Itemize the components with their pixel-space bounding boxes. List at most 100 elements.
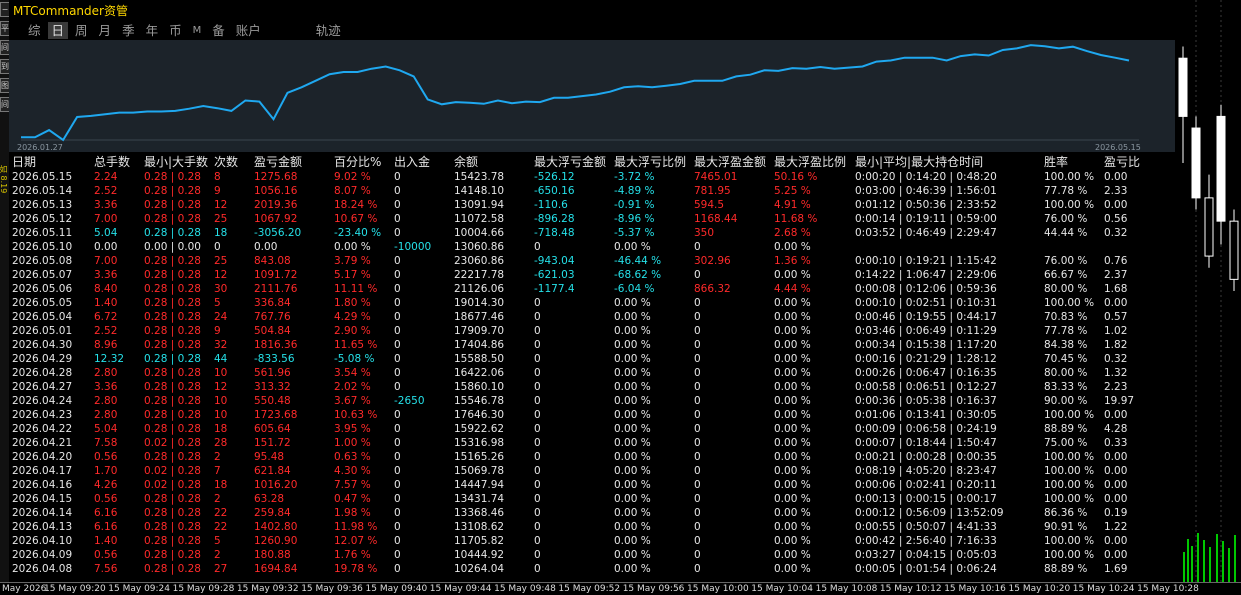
table-cell: 2019.36 xyxy=(254,199,298,211)
table-cell: 0.00 % xyxy=(614,549,651,561)
table-cell: 11072.58 xyxy=(454,213,505,225)
table-cell: 15546.78 xyxy=(454,395,505,407)
candle-body xyxy=(1216,115,1226,222)
table-cell: 0:00:07 | 0:18:44 | 1:50:47 xyxy=(855,437,997,449)
tab-6[interactable]: 币 xyxy=(165,22,186,39)
table-cell: 11.68 % xyxy=(774,213,818,225)
tab-1[interactable]: 日 xyxy=(47,22,69,39)
table-cell: 11.98 % xyxy=(334,521,378,533)
column-header[interactable]: 出入金 xyxy=(394,155,430,169)
table-cell: -4.89 % xyxy=(614,185,655,197)
table-row[interactable]: 2026.05.04 6.72 0.28 | 0.28 24 767.76 4.29 % 0… xyxy=(12,310,1175,324)
table-cell: 0 xyxy=(534,409,541,421)
tab-4[interactable]: 季 xyxy=(118,22,139,39)
tab-5[interactable]: 年 xyxy=(142,22,163,39)
table-row[interactable]: 2026.04.24 2.80 0.28 | 0.28 10 550.48 3.67 % -… xyxy=(12,394,1175,408)
column-header[interactable]: 最大浮亏比例 xyxy=(614,155,686,169)
time-axis-label: 15 May 09:28 xyxy=(172,584,235,594)
table-cell: 7.00 xyxy=(94,213,118,225)
table-row[interactable]: 2026.04.10 1.40 0.28 | 0.28 5 1260.90 12.07 %… xyxy=(12,534,1175,548)
table-row[interactable]: 2026.04.17 1.70 0.02 | 0.28 7 621.84 4.30 % 0 1… xyxy=(12,464,1175,478)
table-cell: 0.00 % xyxy=(614,479,651,491)
table-row[interactable]: 2026.05.05 1.40 0.28 | 0.28 5 336.84 1.80 % 0 1… xyxy=(12,296,1175,310)
table-row[interactable]: 2026.05.07 3.36 0.28 | 0.28 12 1091.72 5.17 %… xyxy=(12,268,1175,282)
table-cell: 0:00:06 | 0:02:41 | 0:20:11 xyxy=(855,479,997,491)
column-header[interactable]: 盈亏金额 xyxy=(254,155,302,169)
column-header[interactable]: 最小|平均|最大持仓时间 xyxy=(855,155,983,169)
table-cell: 0.00 % xyxy=(614,493,651,505)
column-header[interactable]: 盈亏比 xyxy=(1104,155,1140,169)
column-header[interactable]: 总手数 xyxy=(94,155,130,169)
table-row[interactable]: 2026.04.29 12.32 0.28 | 0.28 44 -833.56 -5.08… xyxy=(12,352,1175,366)
tab-10[interactable]: 轨迹 xyxy=(312,22,345,39)
table-cell: 0 xyxy=(394,381,401,393)
table-cell: 5.04 xyxy=(94,227,118,239)
column-header[interactable]: 次数 xyxy=(214,155,238,169)
table-row[interactable]: 2026.05.14 2.52 0.28 | 0.28 9 1056.16 8.07 % 0… xyxy=(12,184,1175,198)
table-cell: 0.00 % xyxy=(774,423,811,435)
table-row[interactable]: 2026.05.12 7.00 0.28 | 0.28 25 1067.92 10.67 … xyxy=(12,212,1175,226)
table-row[interactable]: 2026.05.01 2.52 0.28 | 0.28 9 504.84 2.90 % 0 1… xyxy=(12,324,1175,338)
table-cell: 0.32 xyxy=(1104,227,1128,239)
table-cell: 0 xyxy=(694,479,701,491)
table-cell: 21126.06 xyxy=(454,283,505,295)
table-row[interactable]: 2026.04.27 3.36 0.28 | 0.28 12 313.32 2.02 % 0… xyxy=(12,380,1175,394)
table-cell: 2.52 xyxy=(94,185,118,197)
table-cell: 0.00 % xyxy=(774,409,811,421)
table-row[interactable]: 2026.04.22 5.04 0.28 | 0.28 18 605.64 3.95 % 0… xyxy=(12,422,1175,436)
table-cell: 9.02 % xyxy=(334,171,371,183)
column-header[interactable]: 最大浮盈金额 xyxy=(694,155,766,169)
table-cell: -621.03 xyxy=(534,269,575,281)
tab-8[interactable]: 备 xyxy=(208,22,229,39)
table-row[interactable]: 2026.04.15 0.56 0.28 | 0.28 2 63.28 0.47 % 0 13… xyxy=(12,492,1175,506)
table-row[interactable]: 2026.05.08 7.00 0.28 | 0.28 25 843.08 3.79 % 0… xyxy=(12,254,1175,268)
table-row[interactable]: 2026.05.15 2.24 0.28 | 0.28 8 1275.68 9.02 % 0… xyxy=(12,170,1175,184)
table-row[interactable]: 2026.04.16 4.26 0.02 | 0.28 18 1016.20 7.57 %… xyxy=(12,478,1175,492)
table-row[interactable]: 2026.04.30 8.96 0.28 | 0.28 32 1816.36 11.65 … xyxy=(12,338,1175,352)
table-row[interactable]: 2026.05.10 0.00 0.00 | 0.00 0 0.00 0.00 % -100… xyxy=(12,240,1175,254)
table-cell: 88.89 % xyxy=(1044,563,1088,575)
table-row[interactable]: 2026.04.09 0.56 0.28 | 0.28 2 180.88 1.76 % 0 1… xyxy=(12,548,1175,562)
table-cell: 0 xyxy=(394,535,401,547)
table-cell: 8.07 % xyxy=(334,185,371,197)
table-cell: 0.00 % xyxy=(774,297,811,309)
column-header[interactable]: 最小|大手数 xyxy=(144,155,208,169)
tab-9[interactable]: 账户 xyxy=(232,22,265,39)
column-header[interactable]: 日期 xyxy=(12,155,36,169)
tab-7[interactable]: M xyxy=(189,22,206,39)
table-cell: 8 xyxy=(214,171,221,183)
table-row[interactable]: 2026.05.06 8.40 0.28 | 0.28 30 2111.76 11.11 … xyxy=(12,282,1175,296)
table-cell: 2026.04.16 xyxy=(12,479,73,491)
table-row[interactable]: 2026.05.11 5.04 0.28 | 0.28 18 -3056.20 -23.4… xyxy=(12,226,1175,240)
column-header[interactable]: 百分比% xyxy=(334,155,381,169)
tab-2[interactable]: 周 xyxy=(71,22,92,39)
table-cell: 1.22 xyxy=(1104,521,1128,533)
table-cell: 5.25 % xyxy=(774,185,811,197)
table-cell: 0:00:05 | 0:01:54 | 0:06:24 xyxy=(855,563,997,575)
tab-0[interactable]: 综 xyxy=(24,22,45,39)
table-row[interactable]: 2026.04.23 2.80 0.28 | 0.28 10 1723.68 10.63 … xyxy=(12,408,1175,422)
table-row[interactable]: 2026.04.21 7.58 0.02 | 0.28 28 151.72 1.00 % 0… xyxy=(12,436,1175,450)
table-cell: 50.16 % xyxy=(774,171,818,183)
table-cell: 0 xyxy=(534,535,541,547)
column-header[interactable]: 最大浮盈比例 xyxy=(774,155,846,169)
table-cell: 0 xyxy=(694,269,701,281)
table-cell: 0.00 xyxy=(1104,171,1128,183)
table-row[interactable]: 2026.04.28 2.80 0.28 | 0.28 10 561.96 3.54 % 0… xyxy=(12,366,1175,380)
table-row[interactable]: 2026.04.20 0.56 0.28 | 0.28 2 95.48 0.63 % 0 15… xyxy=(12,450,1175,464)
table-cell: 605.64 xyxy=(254,423,291,435)
table-cell: 0 xyxy=(534,297,541,309)
table-row[interactable]: 2026.04.13 6.16 0.28 | 0.28 22 1402.80 11.98 … xyxy=(12,520,1175,534)
column-header[interactable]: 余额 xyxy=(454,155,478,169)
tab-3[interactable]: 月 xyxy=(95,22,116,39)
table-row[interactable]: 2026.05.13 3.36 0.28 | 0.28 12 2019.36 18.24 … xyxy=(12,198,1175,212)
table-cell: 1.02 xyxy=(1104,325,1128,337)
table-cell: 1.32 xyxy=(1104,367,1128,379)
column-header[interactable]: 最大浮亏金额 xyxy=(534,155,606,169)
table-cell: 0:03:27 | 0:04:15 | 0:05:03 xyxy=(855,549,997,561)
table-row[interactable]: 2026.04.08 7.56 0.28 | 0.28 27 1694.84 19.78 … xyxy=(12,562,1175,576)
column-header[interactable]: 胜率 xyxy=(1044,155,1068,169)
table-cell: 0.00 % xyxy=(774,241,811,253)
table-row[interactable]: 2026.04.14 6.16 0.28 | 0.28 22 259.84 1.98 % 0… xyxy=(12,506,1175,520)
table-cell: 2026.05.07 xyxy=(12,269,73,281)
